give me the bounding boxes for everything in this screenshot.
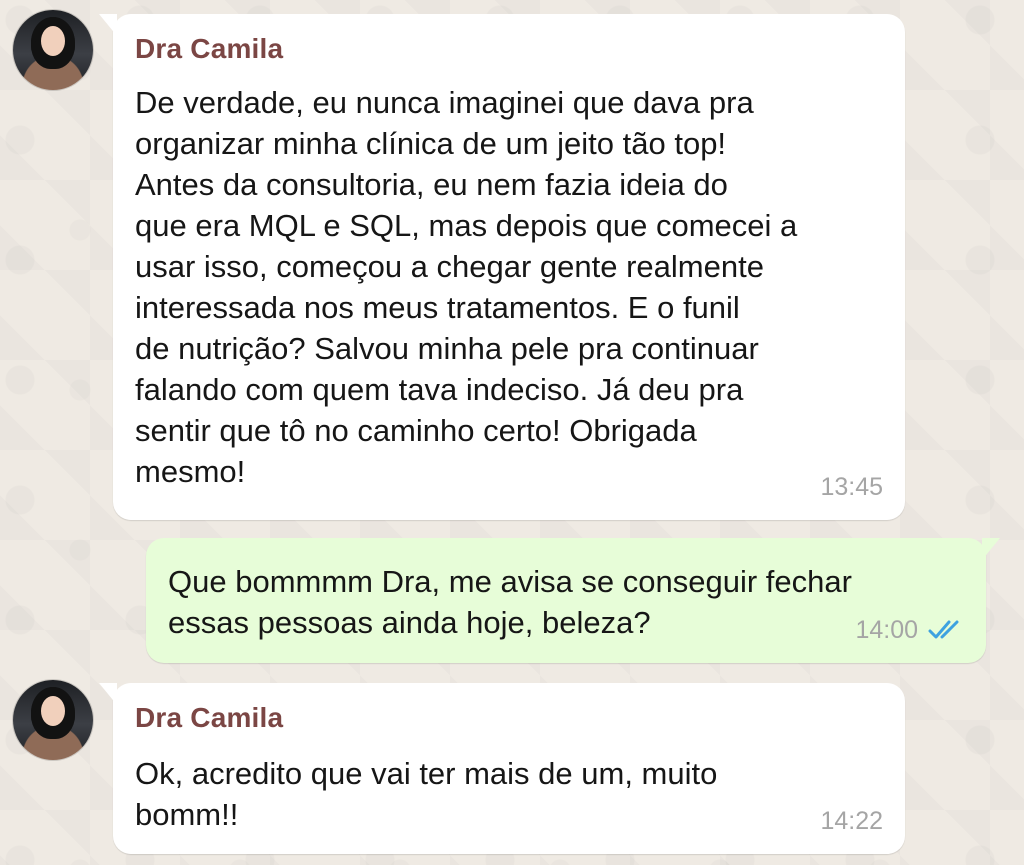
- double-check-icon: [928, 620, 959, 639]
- sender-name: Dra Camila: [135, 33, 284, 64]
- message-bubble[interactable]: Que bommmm Dra, me avisa se conseguir fe…: [146, 538, 1000, 663]
- message-text: Ok, acredito que vai ter mais de um, mui…: [135, 756, 718, 832]
- message-time: 14:22: [820, 807, 883, 835]
- message-time: 14:00: [855, 616, 918, 644]
- incoming-message: Dra Camila Ok, acredito que vai ter mais…: [0, 675, 1024, 865]
- avatar[interactable]: [13, 10, 93, 90]
- message-bubble[interactable]: Dra Camila De verdade, eu nunca imaginei…: [99, 14, 905, 520]
- message-text: Que bommmm Dra, me avisa se conseguir fe…: [168, 564, 852, 640]
- message-bubble[interactable]: Dra Camila Ok, acredito que vai ter mais…: [99, 683, 905, 854]
- message-time: 13:45: [820, 473, 883, 501]
- avatar[interactable]: [13, 680, 93, 760]
- message-text: De verdade, eu nunca imaginei que dava p…: [135, 85, 798, 489]
- outgoing-message: Que bommmm Dra, me avisa se conseguir fe…: [0, 530, 1024, 675]
- sender-name: Dra Camila: [135, 702, 284, 733]
- incoming-message: Dra Camila De verdade, eu nunca imaginei…: [0, 0, 1024, 530]
